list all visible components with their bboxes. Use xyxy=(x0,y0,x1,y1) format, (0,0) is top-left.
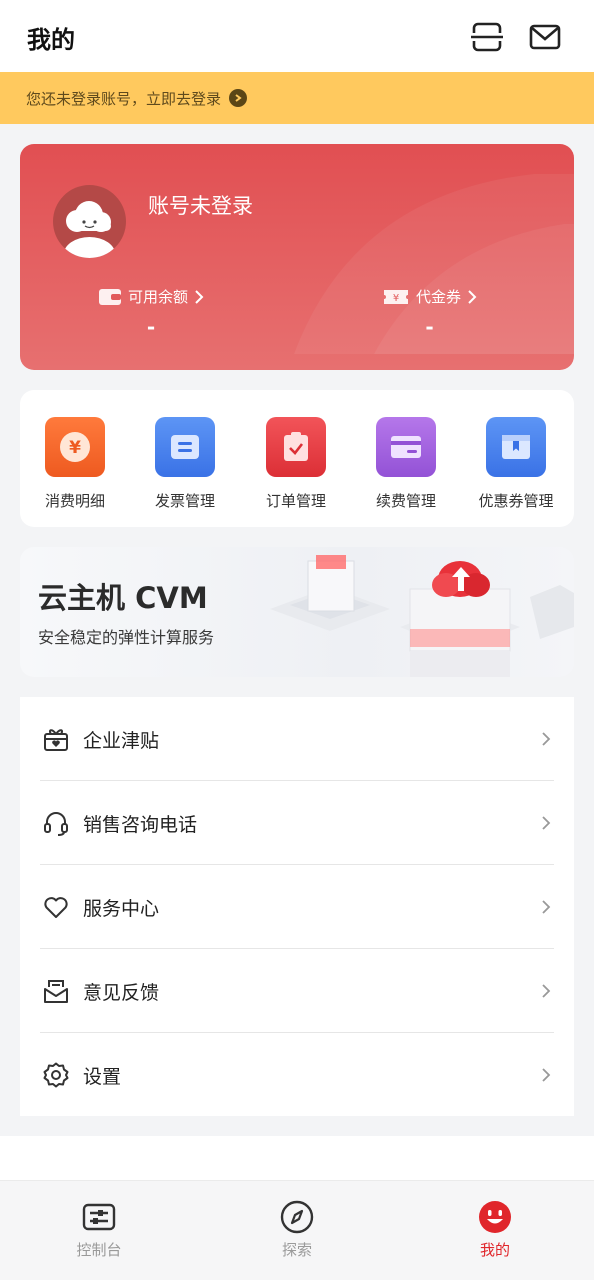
tab-explore[interactable]: 探索 xyxy=(247,1199,347,1260)
menu-item-service-center[interactable]: 服务中心 xyxy=(20,865,574,949)
account-card: 账号未登录 可用余额 - ¥ 代金券 - xyxy=(20,144,574,370)
menu-item-enterprise-allowance[interactable]: 企业津贴 xyxy=(20,697,574,781)
tool-consumption-detail[interactable]: ¥ 消费明细 xyxy=(25,417,125,511)
banner-subtitle: 安全稳定的弹性计算服务 xyxy=(38,628,215,647)
menu-label: 销售咨询电话 xyxy=(83,813,198,836)
invoice-icon xyxy=(155,417,215,477)
quick-tools: ¥ 消费明细 发票管理 订单管理 续费管理 优惠券管理 xyxy=(20,390,574,527)
menu-item-feedback[interactable]: 意见反馈 xyxy=(20,949,574,1033)
headset-icon xyxy=(44,812,68,836)
settings-menu: 企业津贴 销售咨询电话 服务中心 意见反馈 设置 xyxy=(20,697,574,1116)
tab-label: 控制台 xyxy=(76,1241,122,1259)
arrow-right-icon xyxy=(229,89,248,107)
tool-label: 消费明细 xyxy=(44,492,105,510)
order-icon xyxy=(266,417,326,477)
menu-item-settings[interactable]: 设置 xyxy=(20,1033,574,1117)
menu-item-sales-hotline[interactable]: 销售咨询电话 xyxy=(20,781,574,865)
chevron-right-icon xyxy=(542,900,551,914)
tool-orders[interactable]: 订单管理 xyxy=(246,417,346,511)
chevron-right-icon xyxy=(542,984,551,998)
tab-label: 我的 xyxy=(479,1241,510,1259)
svg-text:¥: ¥ xyxy=(69,438,81,458)
tool-label: 续费管理 xyxy=(375,492,436,510)
promo-banner-cvm[interactable]: 云主机 CVM 安全稳定的弹性计算服务 xyxy=(20,547,574,677)
menu-label: 意见反馈 xyxy=(83,981,160,1004)
tool-renewal[interactable]: 续费管理 xyxy=(356,417,456,511)
login-prompt-text: 您还未登录账号，立即去登录 xyxy=(26,89,222,108)
tool-label: 订单管理 xyxy=(265,492,326,510)
tab-mine[interactable]: 我的 xyxy=(445,1199,545,1260)
balance-label: 可用余额 xyxy=(128,288,189,306)
smile-icon xyxy=(479,1201,511,1233)
chevron-right-icon xyxy=(542,816,551,830)
voucher-label: 代金券 xyxy=(416,288,462,306)
avatar[interactable] xyxy=(53,185,126,258)
banner-title: 云主机 CVM xyxy=(38,581,208,615)
banner-illustration xyxy=(270,555,574,677)
tab-console[interactable]: 控制台 xyxy=(49,1199,149,1260)
chevron-right-icon xyxy=(542,1068,551,1082)
tab-label: 探索 xyxy=(281,1241,312,1259)
compass-icon xyxy=(280,1200,314,1234)
feedback-icon xyxy=(44,980,68,1003)
page-title: 我的 xyxy=(27,26,75,54)
tool-label: 发票管理 xyxy=(154,492,215,510)
ticket-icon: ¥ xyxy=(384,289,408,304)
chevron-right-icon xyxy=(542,732,551,746)
top-header: 我的 xyxy=(0,0,594,72)
svg-text:¥: ¥ xyxy=(393,293,399,304)
heart-icon xyxy=(44,897,68,918)
chevron-right-icon xyxy=(195,289,204,304)
renew-icon xyxy=(376,417,436,477)
menu-label: 设置 xyxy=(83,1065,122,1088)
console-icon xyxy=(82,1203,116,1231)
voucher-stat[interactable]: ¥ 代金券 - xyxy=(382,286,477,339)
menu-label: 服务中心 xyxy=(83,897,160,920)
tool-invoice[interactable]: 发票管理 xyxy=(135,417,235,511)
account-name[interactable]: 账号未登录 xyxy=(148,190,253,220)
gear-icon xyxy=(43,1062,69,1088)
bottom-spacer xyxy=(0,1136,594,1180)
voucher-value: - xyxy=(425,315,434,339)
balance-stat[interactable]: 可用余额 - xyxy=(98,286,204,339)
bottom-tab-bar: 控制台 探索 我的 xyxy=(0,1180,594,1280)
login-prompt-bar[interactable]: 您还未登录账号，立即去登录 xyxy=(0,72,594,124)
balance-value: - xyxy=(146,315,156,339)
chevron-right-icon xyxy=(468,289,477,304)
wallet-icon xyxy=(99,288,121,305)
scan-icon[interactable] xyxy=(470,20,504,54)
gift-icon xyxy=(44,729,68,751)
mail-icon[interactable] xyxy=(528,20,562,54)
tool-coupons[interactable]: 优惠券管理 xyxy=(466,417,566,511)
menu-label: 企业津贴 xyxy=(83,729,160,752)
coupon-icon xyxy=(486,417,546,477)
tool-label: 优惠券管理 xyxy=(478,492,554,510)
yuan-icon: ¥ xyxy=(45,417,105,477)
